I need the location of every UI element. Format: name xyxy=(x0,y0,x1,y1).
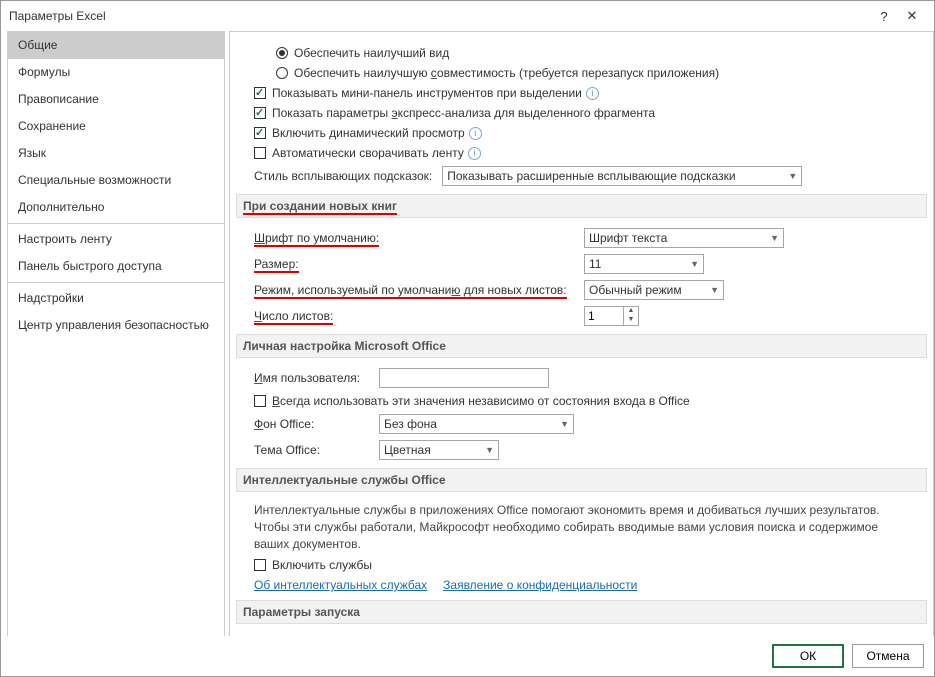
font-size-dropdown[interactable]: 11 ▼ xyxy=(584,254,704,274)
username-input[interactable] xyxy=(379,368,549,388)
chevron-down-icon: ▼ xyxy=(690,259,699,269)
sidebar-item-proofing[interactable]: Правописание xyxy=(8,86,224,113)
office-theme-dropdown[interactable]: Цветная ▼ xyxy=(379,440,499,460)
spinner-down-icon[interactable]: ▼ xyxy=(624,316,638,325)
check-collapse-ribbon[interactable]: Автоматически сворачивать ленту i xyxy=(254,146,909,160)
checkbox-icon xyxy=(254,395,266,407)
window-title: Параметры Excel xyxy=(9,9,106,23)
tooltip-style-dropdown[interactable]: Показывать расширенные всплывающие подск… xyxy=(442,166,802,186)
chevron-down-icon: ▼ xyxy=(485,445,494,455)
privacy-statement-link[interactable]: Заявление о конфиденциальности xyxy=(443,578,637,592)
sidebar-item-addins[interactable]: Надстройки xyxy=(8,285,224,312)
sidebar-item-trust-center[interactable]: Центр управления безопасностью xyxy=(8,312,224,339)
checkbox-icon xyxy=(254,107,266,119)
tooltip-style-label: Стиль всплывающих подсказок: xyxy=(254,169,432,183)
ok-button[interactable]: ОК xyxy=(772,644,844,668)
about-services-link[interactable]: Об интеллектуальных службах xyxy=(254,578,427,592)
sheets-count-spinner[interactable]: ▲▼ xyxy=(584,306,639,326)
sidebar-item-advanced[interactable]: Дополнительно xyxy=(8,194,224,221)
section-new-workbook: При создании новых книг xyxy=(236,194,927,218)
info-icon[interactable]: i xyxy=(586,87,599,100)
theme-label: Тема Office: xyxy=(254,443,369,457)
info-icon[interactable]: i xyxy=(469,127,482,140)
office-background-dropdown[interactable]: Без фона ▼ xyxy=(379,414,574,434)
sidebar-item-formulas[interactable]: Формулы xyxy=(8,59,224,86)
default-view-dropdown[interactable]: Обычный режим ▼ xyxy=(584,280,724,300)
sidebar-item-language[interactable]: Язык xyxy=(8,140,224,167)
default-font-dropdown[interactable]: Шрифт текста ▼ xyxy=(584,228,784,248)
chevron-down-icon: ▼ xyxy=(770,233,779,243)
sidebar-item-accessibility[interactable]: Специальные возможности xyxy=(8,167,224,194)
radio-icon xyxy=(276,47,288,59)
section-intelligent-services: Интеллектуальные службы Office xyxy=(236,468,927,492)
content-pane[interactable]: Обеспечить наилучший вид Обеспечить наил… xyxy=(230,32,933,636)
sidebar-item-qat[interactable]: Панель быстрого доступа xyxy=(8,253,224,280)
check-mini-toolbar[interactable]: Показывать мини-панель инструментов при … xyxy=(254,86,909,100)
chevron-down-icon: ▼ xyxy=(788,171,797,181)
check-enable-services[interactable]: Включить службы xyxy=(254,558,909,572)
help-button[interactable]: ? xyxy=(870,9,898,24)
section-startup: Параметры запуска xyxy=(236,600,927,624)
check-always-use[interactable]: Всегда использовать эти значения независ… xyxy=(254,394,909,408)
sidebar-item-save[interactable]: Сохранение xyxy=(8,113,224,140)
intel-description: Интеллектуальные службы в приложениях Of… xyxy=(254,502,909,552)
spinner-up-icon[interactable]: ▲ xyxy=(624,307,638,316)
radio-best-compat[interactable]: Обеспечить наилучшую совместимость (треб… xyxy=(276,66,909,80)
section-personalize: Личная настройка Microsoft Office xyxy=(236,334,927,358)
chevron-down-icon: ▼ xyxy=(560,419,569,429)
close-button[interactable]: ✕ xyxy=(898,8,926,24)
sheets-count-input[interactable] xyxy=(585,307,623,325)
checkbox-icon xyxy=(254,87,266,99)
radio-best-view[interactable]: Обеспечить наилучший вид xyxy=(276,46,909,60)
size-label: Размер: xyxy=(254,257,299,271)
sidebar-item-customize-ribbon[interactable]: Настроить ленту xyxy=(8,226,224,253)
checkbox-icon xyxy=(254,147,266,159)
check-live-preview[interactable]: Включить динамический просмотр i xyxy=(254,126,909,140)
chevron-down-icon: ▼ xyxy=(710,285,719,295)
sidebar-item-general[interactable]: Общие xyxy=(8,32,224,59)
titlebar: Параметры Excel ? ✕ xyxy=(1,1,934,31)
check-quick-analysis[interactable]: Показать параметры экспресс-анализа для … xyxy=(254,106,909,120)
radio-icon xyxy=(276,67,288,79)
dialog-footer: ОК Отмена xyxy=(1,636,934,676)
checkbox-icon xyxy=(254,559,266,571)
category-sidebar: Общие Формулы Правописание Сохранение Яз… xyxy=(7,31,225,636)
cancel-button[interactable]: Отмена xyxy=(852,644,924,668)
info-icon[interactable]: i xyxy=(468,147,481,160)
checkbox-icon xyxy=(254,127,266,139)
